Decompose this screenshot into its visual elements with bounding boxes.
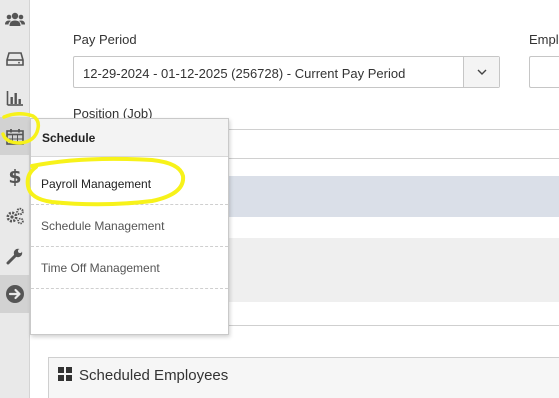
users-icon[interactable] — [0, 0, 30, 38]
menu-item-payroll-management[interactable]: Payroll Management — [31, 163, 228, 205]
employee-label: Empl — [529, 32, 559, 47]
pay-period-value: 12-29-2024 - 01-12-2025 (256728) - Curre… — [83, 66, 406, 81]
pay-period-select[interactable]: 12-29-2024 - 01-12-2025 (256728) - Curre… — [73, 56, 500, 88]
grid-icon — [58, 367, 72, 386]
flyout-title: Schedule — [42, 131, 96, 145]
inbox-icon[interactable] — [0, 40, 30, 78]
arrow-right-circle-icon[interactable] — [0, 275, 30, 313]
employee-input[interactable] — [529, 56, 559, 88]
calendar-icon[interactable] — [0, 117, 30, 155]
menu-item-label: Schedule Management — [41, 219, 165, 233]
svg-text:$: $ — [8, 166, 21, 186]
menu-item-time-off-management[interactable]: Time Off Management — [31, 247, 228, 289]
bar-chart-icon[interactable] — [0, 79, 30, 117]
flyout-header: Schedule — [31, 119, 228, 157]
chevron-down-icon[interactable] — [463, 57, 499, 87]
wrench-icon[interactable] — [0, 237, 30, 275]
dollar-icon[interactable]: $ — [0, 157, 30, 195]
gears-icon[interactable] — [0, 197, 30, 235]
scheduled-employees-panel: Scheduled Employees — [48, 357, 559, 398]
pay-period-label: Pay Period — [73, 32, 137, 47]
panel-title: Scheduled Employees — [79, 367, 229, 384]
menu-item-schedule-management[interactable]: Schedule Management — [31, 205, 228, 247]
schedule-flyout-menu: Schedule Payroll Management Schedule Man… — [30, 118, 229, 335]
menu-item-label: Payroll Management — [41, 177, 152, 191]
menu-item-label: Time Off Management — [41, 261, 160, 275]
icon-sidebar: $ — [0, 0, 30, 398]
